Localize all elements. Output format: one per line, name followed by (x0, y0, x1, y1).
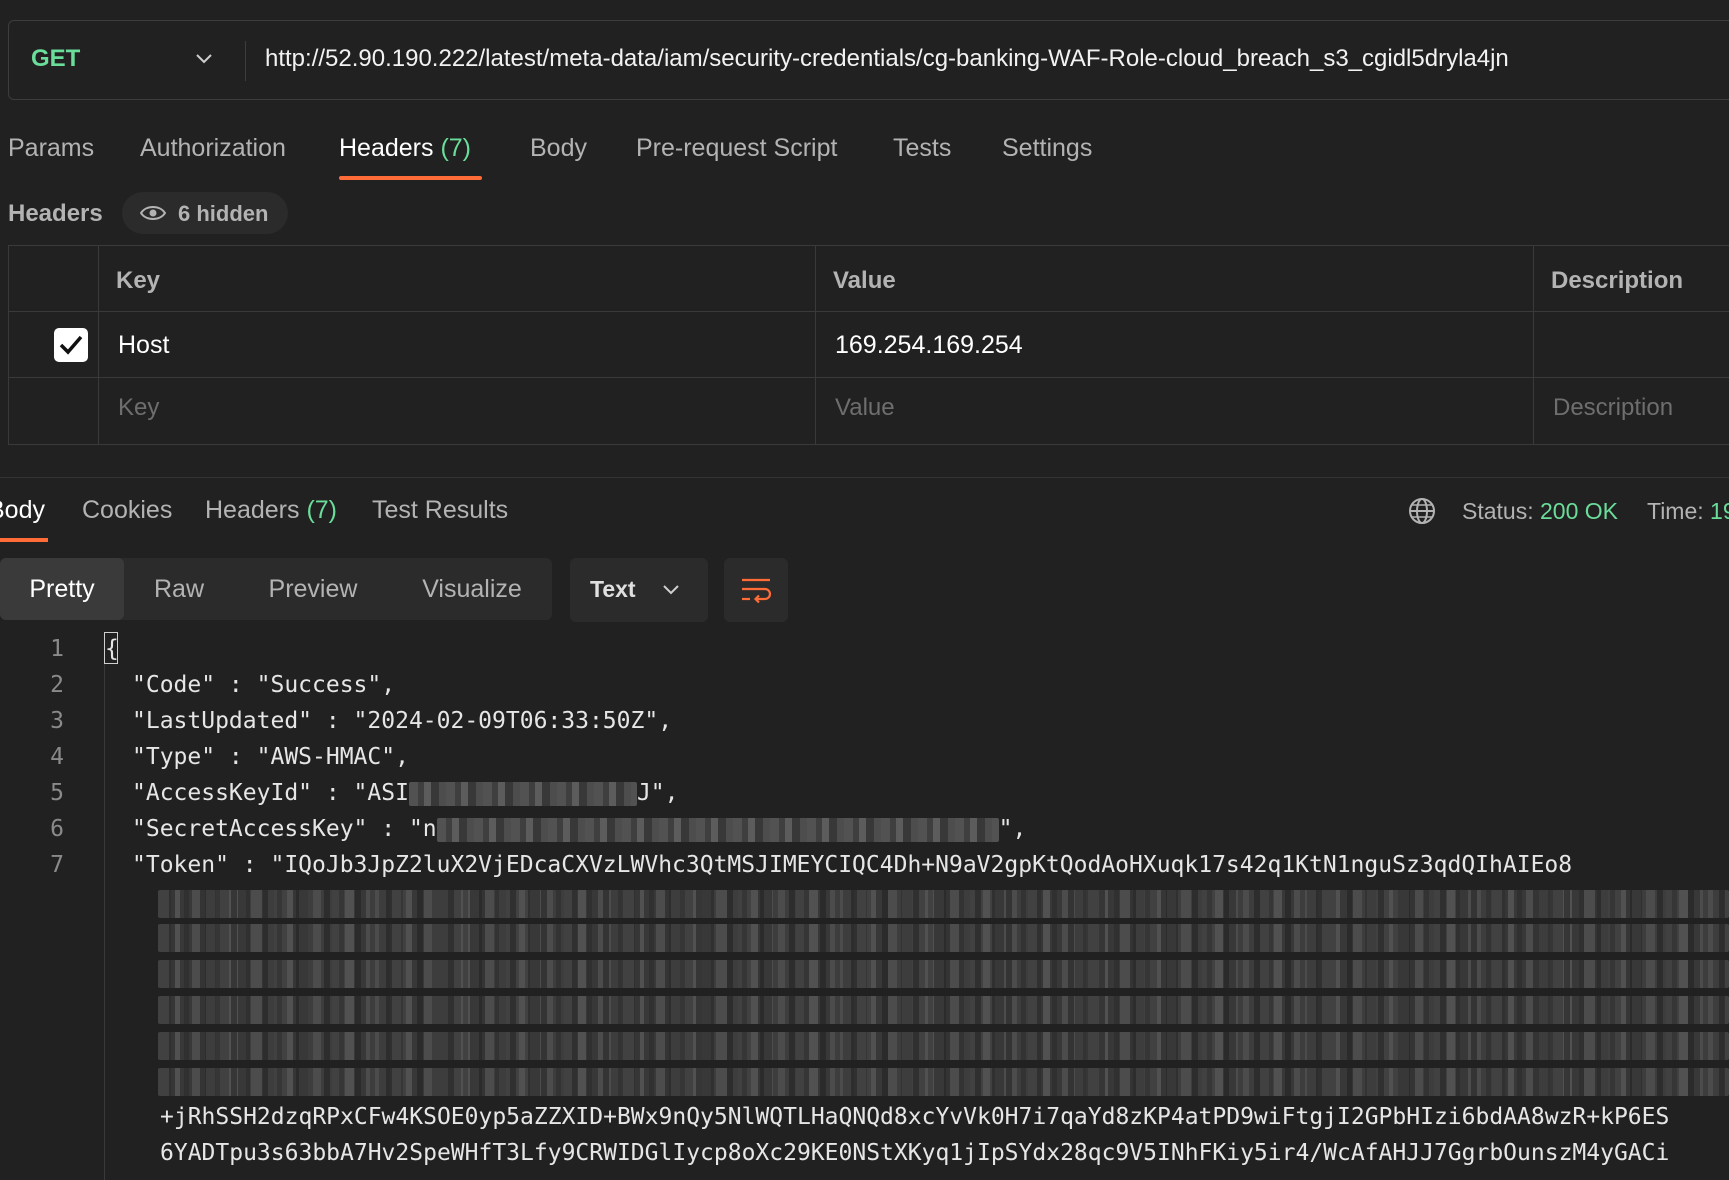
tab-headers-count: (7) (440, 134, 472, 162)
code-line: "AccessKeyId" : "ASI J", (132, 780, 679, 806)
hidden-headers-toggle[interactable]: 6 hidden (122, 192, 288, 234)
column-header-description: Description (1551, 267, 1684, 294)
code-line: "Type" : "AWS-HMAC", (132, 744, 409, 770)
code-line: { (105, 636, 119, 662)
new-value-input[interactable]: Value (835, 394, 895, 422)
access-key-prefix: "AccessKeyId" : "ASI (132, 780, 409, 806)
column-divider (1533, 246, 1534, 444)
globe-icon[interactable] (1407, 496, 1437, 526)
line-number: 6 (50, 816, 64, 842)
url-bar: GET http://52.90.190.222/latest/meta-dat… (8, 20, 1729, 100)
code-line: +jRhSSH2dzqRPxCFw4KSOE0yp5aZZXID+BWx9nQy… (160, 1104, 1670, 1130)
redacted-text (436, 817, 999, 842)
response-tab-cookies[interactable]: Cookies (82, 496, 172, 525)
header-value-field[interactable]: 169.254.169.254 (835, 331, 1023, 360)
time-label: Time: (1647, 498, 1704, 524)
hidden-headers-label: 6 hidden (178, 201, 269, 226)
code-line: "LastUpdated" : "2024-02-09T06:33:50Z", (132, 708, 673, 734)
redacted-text (158, 1032, 1729, 1060)
code-line: "Token" : "IQoJb3JpZ2luX2VjEDcaCXVzLWVhc… (132, 852, 1573, 878)
method-selector[interactable]: GET (31, 45, 80, 73)
code-line: "Code" : "Success", (132, 672, 396, 698)
line-number: 7 (50, 852, 64, 878)
redacted-text (158, 890, 1729, 918)
url-separator (245, 41, 246, 81)
headers-table: Key Value Description Host 169.254.169.2… (8, 245, 1729, 445)
redacted-text (158, 996, 1729, 1024)
response-tab-headers-label: Headers (205, 496, 300, 524)
tab-body[interactable]: Body (530, 134, 587, 163)
row-divider (9, 311, 1729, 312)
redacted-text (158, 924, 1729, 952)
line-number: 2 (50, 672, 64, 698)
tab-headers[interactable]: Headers (7) (339, 134, 471, 163)
chevron-down-icon (663, 585, 679, 595)
response-status: Status: 200 OK (1462, 498, 1618, 525)
format-selected: Text (590, 576, 636, 602)
column-divider (98, 246, 99, 444)
tab-authorization[interactable]: Authorization (140, 134, 286, 163)
view-mode-selector: Pretty Raw Preview Visualize (0, 558, 552, 620)
line-number: 3 (50, 708, 64, 734)
chevron-down-icon[interactable] (193, 47, 215, 69)
column-divider (815, 246, 816, 444)
tab-tests[interactable]: Tests (893, 134, 951, 163)
view-pretty-button[interactable]: Pretty (0, 558, 124, 620)
view-visualize-button[interactable]: Visualize (392, 558, 552, 620)
secret-key-suffix: ", (998, 816, 1027, 842)
status-value: 200 OK (1540, 498, 1618, 524)
response-tab-body[interactable]: Body (0, 496, 45, 525)
response-tab-headers-count: (7) (306, 496, 338, 524)
header-enabled-checkbox[interactable] (54, 328, 88, 362)
active-tab-indicator (339, 176, 482, 180)
line-number: 4 (50, 744, 64, 770)
response-time: Time: 19 (1647, 498, 1729, 525)
access-key-suffix: J", (636, 780, 679, 806)
line-number: 1 (50, 636, 64, 662)
column-header-value: Value (833, 267, 896, 294)
headers-section-title: Headers (8, 200, 103, 227)
format-dropdown[interactable]: Text (570, 558, 708, 622)
wrap-lines-icon (742, 578, 772, 604)
indent-guide (104, 640, 105, 1180)
status-label: Status: (1462, 498, 1534, 524)
active-response-tab-indicator (0, 538, 48, 542)
tab-settings[interactable]: Settings (1002, 134, 1092, 163)
secret-key-prefix: "SecretAccessKey" : "n (132, 816, 437, 842)
time-value: 19 (1710, 498, 1729, 524)
url-input[interactable]: http://52.90.190.222/latest/meta-data/ia… (265, 45, 1509, 73)
redacted-text (158, 1068, 1729, 1096)
redacted-text (158, 960, 1729, 988)
new-description-input[interactable]: Description (1553, 394, 1673, 422)
header-key-field[interactable]: Host (118, 331, 169, 360)
line-number: 5 (50, 780, 64, 806)
column-header-key: Key (116, 267, 161, 294)
tab-params[interactable]: Params (8, 134, 94, 163)
pane-divider[interactable] (0, 477, 1729, 478)
response-tab-headers[interactable]: Headers (7) (205, 496, 337, 525)
checkmark-icon (59, 335, 83, 355)
new-key-input[interactable]: Key (118, 394, 159, 422)
eye-icon (140, 206, 166, 220)
view-preview-button[interactable]: Preview (234, 558, 392, 620)
redacted-text (408, 781, 637, 806)
code-line: 6YADTpu3s63bbA7Hv2SpeWHfT3Lfy9CRWIDGlIyc… (160, 1140, 1670, 1166)
code-line: "SecretAccessKey" : "n ", (132, 816, 1026, 842)
view-raw-button[interactable]: Raw (124, 558, 234, 620)
response-tab-test-results[interactable]: Test Results (372, 496, 508, 525)
row-divider (9, 377, 1729, 378)
tab-headers-label: Headers (339, 134, 434, 162)
wrap-lines-button[interactable] (724, 558, 788, 622)
tab-prerequest-script[interactable]: Pre-request Script (636, 134, 837, 163)
